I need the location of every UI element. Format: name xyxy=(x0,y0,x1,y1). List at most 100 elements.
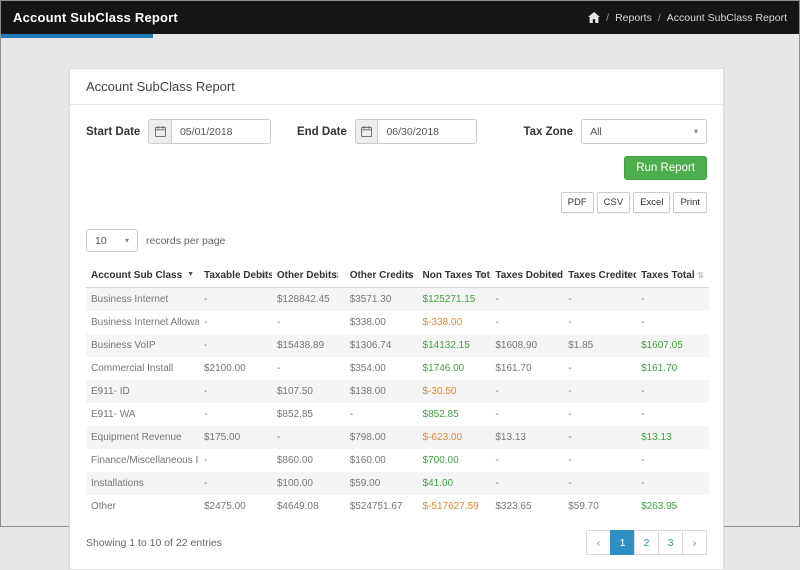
table-cell: $852.85 xyxy=(422,409,459,420)
table-cell: $161.70 xyxy=(495,363,532,374)
table-body: Business Internet - $128842.45 $3571.30 $125… xyxy=(86,287,709,518)
start-date-label: Start Date xyxy=(86,125,141,138)
start-date-input[interactable] xyxy=(171,120,270,143)
pagination-page-1[interactable]: 1 xyxy=(610,530,635,555)
table-cell: Commercial Install xyxy=(91,363,174,374)
table-cell: $2100.00 xyxy=(204,363,246,374)
table-cell: - xyxy=(204,340,208,351)
export-excel-button[interactable]: Excel xyxy=(633,192,671,213)
table-row: Installations - $100.00 $59.00 $41.00 - - - xyxy=(86,472,709,495)
table-cell: $-30.50 xyxy=(422,386,457,397)
table-cell: $161.70 xyxy=(641,363,678,374)
start-date-group xyxy=(148,119,271,144)
page-size-label: records per page xyxy=(146,234,226,247)
page-title: Account SubClass Report xyxy=(13,10,178,25)
home-icon[interactable] xyxy=(588,12,601,23)
table-cell: - xyxy=(495,409,499,420)
column-header[interactable]: ⇅ Other Credits xyxy=(344,264,418,288)
tax-zone-select[interactable]: All ▾ xyxy=(581,119,707,144)
breadcrumb-reports[interactable]: Reports xyxy=(615,12,652,24)
run-report-button[interactable]: Run Report xyxy=(624,156,707,180)
table-cell: $15438.89 xyxy=(276,340,325,351)
table-cell: - xyxy=(568,478,572,489)
table-cell: $4649.08 xyxy=(276,501,319,512)
table-cell: $160.00 xyxy=(349,455,386,466)
breadcrumb-separator: / xyxy=(606,11,610,24)
table-cell: $798.00 xyxy=(349,432,386,443)
pagesize-row: 10 ▾ records per page xyxy=(70,213,723,260)
breadcrumb: / Reports / Account SubClass Report xyxy=(588,12,787,24)
column-header[interactable]: ⇅ Taxable Debits xyxy=(199,264,272,288)
table-cell: - xyxy=(641,455,645,466)
calendar-icon[interactable] xyxy=(149,120,172,143)
table-cell: - xyxy=(204,317,208,328)
table-cell: - xyxy=(641,409,645,420)
table-row: Equipment Revenue $175.00 - $798.00 $-623.00… xyxy=(86,426,709,449)
table-cell: E911- ID xyxy=(91,386,130,397)
export-print-button[interactable]: Print xyxy=(673,192,707,213)
showing-entries: Showing 1 to 10 of 22 entries xyxy=(86,536,223,549)
table-cell: Installations xyxy=(91,478,144,489)
table-row: Business Internet Allowance--$338.00$-33… xyxy=(86,311,709,334)
table-cell: $175.00 xyxy=(204,432,241,443)
pagination-page-3[interactable]: 3 xyxy=(658,530,683,555)
column-header-label: Account Sub Class xyxy=(91,270,183,281)
table-cell: - xyxy=(495,386,499,397)
table-row: E911- ID - $107.50 $138.00 $-30.50 - - - xyxy=(86,380,709,403)
table-cell: $1746.00 xyxy=(422,363,465,374)
report-panel: Account SubClass Report Start Date End D… xyxy=(69,68,724,570)
calendar-icon[interactable] xyxy=(355,120,379,143)
table-cell: - xyxy=(641,317,645,328)
end-date-group xyxy=(354,119,478,144)
table-cell: - xyxy=(204,386,208,397)
table-cell: $14132.15 xyxy=(422,340,470,351)
topbar: Account SubClass Report / Reports / Acco… xyxy=(1,1,799,34)
table-cell: $59.00 xyxy=(349,478,381,489)
pagination-prev-button[interactable]: ‹ xyxy=(586,530,611,555)
table-cell: - xyxy=(276,317,281,328)
end-date-input[interactable] xyxy=(378,120,477,143)
table-cell: $1.85 xyxy=(568,340,594,351)
table-cell: $860.00 xyxy=(276,455,313,466)
table-row: Commercial Install $2100.00 - $354.00 $1746.… xyxy=(86,357,709,380)
column-header-label: Other Debits xyxy=(276,270,337,281)
table-cell: - xyxy=(568,363,572,374)
table-cell: Business VoIP xyxy=(91,340,156,351)
table-cell: - xyxy=(568,432,572,443)
page-size-select[interactable]: 10 ▾ xyxy=(86,229,138,252)
column-header-label: Non Taxes Total xyxy=(422,270,491,281)
column-header[interactable]: ⇅ Taxes Dobited xyxy=(490,264,564,288)
table-row: Other $2475.00 $4649.08 $524751.67 $-517627.… xyxy=(86,495,709,518)
table-cell: - xyxy=(204,409,208,420)
column-header[interactable]: ⇅ Taxes Total xyxy=(636,264,709,288)
table-cell: - xyxy=(204,294,208,305)
table-cell: $263.95 xyxy=(641,501,678,512)
export-pdf-button[interactable]: PDF xyxy=(560,192,594,213)
export-csv-button[interactable]: CSV xyxy=(596,192,631,213)
table-cell: Business Internet Allowance xyxy=(91,317,199,328)
table-cell: $3571.30 xyxy=(349,294,392,305)
table-cell: - xyxy=(568,409,572,420)
table-row: Finance/Miscellaneous Income-$860.00$160… xyxy=(86,449,709,472)
column-header[interactable]: ▼ Account Sub Class xyxy=(86,264,199,288)
table-cell: - xyxy=(568,317,572,328)
table-cell: - xyxy=(495,455,499,466)
table-cell: Equipment Revenue xyxy=(91,432,182,443)
table-cell: - xyxy=(641,386,645,397)
table-cell: - xyxy=(204,455,208,466)
table-cell: $13.13 xyxy=(495,432,526,443)
sort-desc-icon: ▼ xyxy=(187,271,194,278)
column-header[interactable]: ⇅Non Taxes Total xyxy=(417,264,491,288)
table-cell: Business Internet xyxy=(91,294,169,305)
table-row: Business Internet - $128842.45 $3571.30 $125… xyxy=(86,287,709,311)
table-cell: Other xyxy=(91,501,117,512)
table-row: Business VoIP - $15438.89 $1306.74 $14132.15… xyxy=(86,334,709,357)
column-header[interactable]: ⇅ Other Debits xyxy=(271,264,345,288)
pagination-page-2[interactable]: 2 xyxy=(634,530,659,555)
pagination: ‹ 1 2 3 › xyxy=(586,530,707,555)
column-header-label: Taxes Total xyxy=(641,270,695,281)
page-size-value: 10 xyxy=(95,234,107,247)
pagination-next-button[interactable]: › xyxy=(682,530,707,555)
table-cell: $107.50 xyxy=(276,386,313,397)
column-header[interactable]: ⇅ Taxes Credited xyxy=(563,264,637,288)
